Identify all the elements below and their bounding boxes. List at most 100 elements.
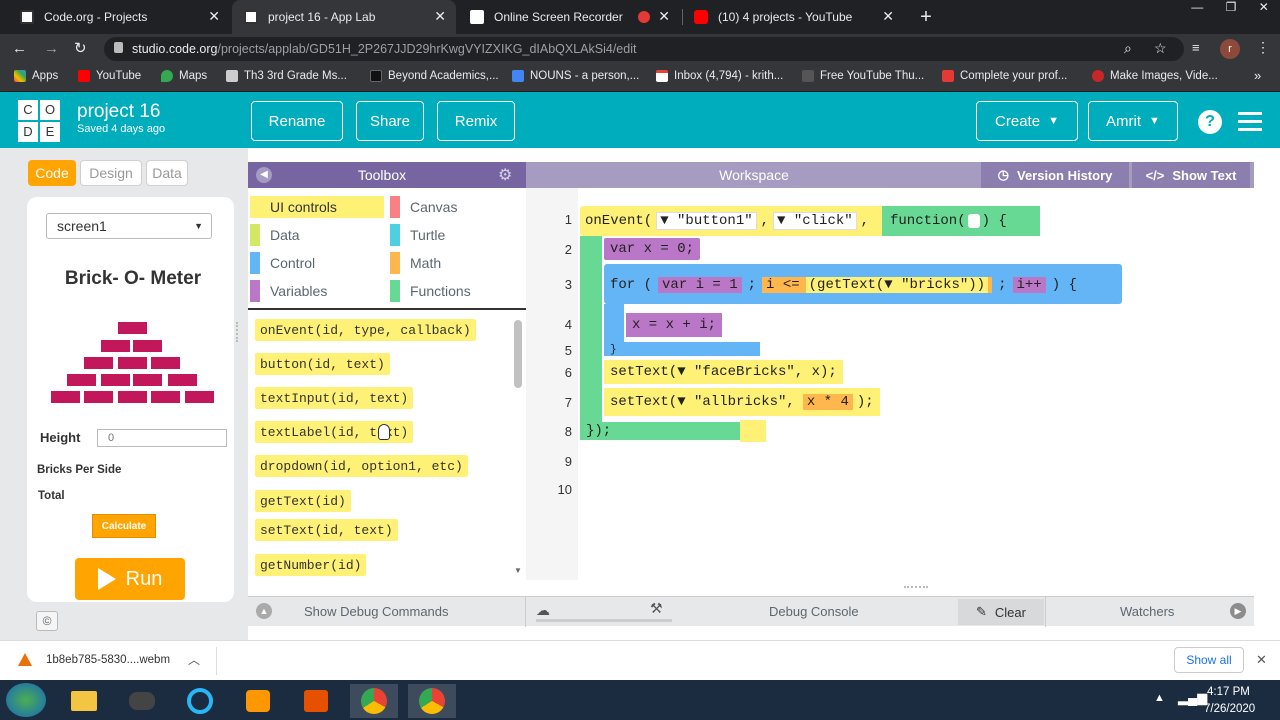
toolbox-scrollbar[interactable] <box>514 320 522 388</box>
clear-button[interactable]: ✎ Clear <box>958 599 1044 625</box>
workspace-resize-bar[interactable] <box>578 584 1254 592</box>
event-type-dropdown[interactable]: ▼ "click" <box>773 212 857 230</box>
user-menu-button[interactable]: Amrit ▼ <box>1088 101 1178 141</box>
gettext-block[interactable]: (getText(▼ "bricks")) <box>805 277 989 293</box>
code-function[interactable]: function( ) { <box>890 210 1007 232</box>
block-button[interactable]: button(id, text) <box>255 353 390 375</box>
multiply-block[interactable]: x * 4 <box>802 394 853 410</box>
loop-init[interactable]: var i = 1 <box>658 277 742 293</box>
file-explorer-icon[interactable] <box>60 684 108 718</box>
bookmark-beyond-academics[interactable]: Beyond Academics,... <box>370 70 499 82</box>
calculate-button[interactable]: Calculate <box>92 514 156 538</box>
code-settext-allbricks[interactable]: setText(▼ "allbricks", x * 4 ); <box>604 388 880 416</box>
share-button[interactable]: Share <box>356 101 424 141</box>
browser-menu-icon[interactable]: ⋮ <box>1256 39 1270 56</box>
category-math[interactable]: Math <box>390 252 441 274</box>
code-var-x[interactable]: var x = 0; <box>604 238 701 260</box>
zoom-icon[interactable]: ⌕ <box>1124 40 1132 57</box>
run-button[interactable]: Run <box>75 558 185 600</box>
tab-code-org-projects[interactable]: Code.org - Projects ✕ <box>8 0 230 34</box>
tab-close-icon[interactable]: ✕ <box>434 8 446 25</box>
scroll-down-icon[interactable]: ▼ <box>514 566 522 575</box>
block-textinput[interactable]: textInput(id, text) <box>255 387 414 409</box>
chevron-up-icon[interactable]: ︿ <box>188 651 200 668</box>
clock-time[interactable]: 4:17 PM <box>1207 686 1250 698</box>
screen-select[interactable]: screen1 ▼ <box>46 213 212 239</box>
tab-design[interactable]: Design <box>80 160 142 186</box>
version-history-button[interactable]: ◷ Version History <box>981 162 1129 188</box>
bookmark-nouns[interactable]: NOUNS - a person,... <box>512 70 639 82</box>
code-org-logo[interactable]: C O D E <box>18 100 60 142</box>
start-button-icon[interactable] <box>6 683 46 717</box>
bookmark-maps[interactable]: Maps <box>161 70 207 82</box>
block-dropdown[interactable]: dropdown(id, option1, etc) <box>255 455 468 477</box>
rabbit-speed-icon[interactable]: ⚒ <box>650 600 663 617</box>
window-close-icon[interactable]: ✕ <box>1259 0 1269 22</box>
code-for[interactable]: for ( var i = 1; i <= (getText(▼ "bricks"… <box>610 274 1077 296</box>
restore-icon[interactable]: ❐ <box>1226 0 1237 22</box>
category-data[interactable]: Data <box>250 224 300 246</box>
help-icon[interactable]: ? <box>1198 110 1222 134</box>
bookmark-make-images[interactable]: Make Images, Vide... <box>1092 70 1218 82</box>
hamburger-menu-icon[interactable] <box>1238 112 1262 132</box>
show-debug-commands[interactable]: Show Debug Commands <box>304 604 449 619</box>
bookmark-3rd-grade[interactable]: Th3 3rd Grade Ms... <box>226 70 347 82</box>
create-menu-button[interactable]: Create ▼ <box>976 101 1078 141</box>
show-text-button[interactable]: </> Show Text <box>1132 162 1250 188</box>
loop-condition[interactable]: i <= (getText(▼ "bricks")) <box>762 277 993 293</box>
chrome-icon[interactable] <box>408 684 456 718</box>
code-x-assign[interactable]: x = x + i; <box>626 313 723 337</box>
media-player-icon[interactable] <box>234 684 282 718</box>
block-onevent[interactable]: onEvent(id, type, callback) <box>255 319 476 341</box>
category-variables[interactable]: Variables <box>250 280 327 302</box>
speed-slider[interactable] <box>536 619 672 622</box>
resize-handle[interactable] <box>236 322 242 342</box>
category-turtle[interactable]: Turtle <box>390 224 445 246</box>
tray-arrow-icon[interactable]: ▲ <box>1154 692 1165 704</box>
param-slot[interactable] <box>967 214 980 228</box>
gear-icon[interactable]: ⚙ <box>498 165 512 185</box>
profile-avatar[interactable]: r <box>1220 39 1240 59</box>
internet-explorer-icon[interactable] <box>176 684 224 718</box>
tab-code[interactable]: Code <box>28 160 76 186</box>
tab-data[interactable]: Data <box>146 160 188 186</box>
rename-button[interactable]: Rename <box>251 101 343 141</box>
tab-close-icon[interactable]: ✕ <box>882 8 894 25</box>
toolbox-app-icon[interactable] <box>292 684 340 718</box>
code-settext-facebricks[interactable]: setText(▼ "faceBricks", x); <box>604 360 843 384</box>
more-bookmarks-icon[interactable]: » <box>1254 68 1261 83</box>
show-all-button[interactable]: Show all <box>1174 647 1244 673</box>
new-tab-button[interactable]: + <box>915 6 937 28</box>
network-icon[interactable]: ▂▄▆ <box>1178 690 1207 706</box>
tab-youtube[interactable]: (10) 4 projects - YouTube ✕ <box>682 0 904 34</box>
tab-close-icon[interactable]: ✕ <box>208 8 220 25</box>
download-filename[interactable]: 1b8eb785-5830....webm <box>46 654 170 666</box>
forward-arrow-icon[interactable]: → <box>44 40 59 57</box>
loop-increment[interactable]: i++ <box>1012 277 1046 293</box>
category-control[interactable]: Control <box>250 252 315 274</box>
block-getnumber[interactable]: getNumber(id) <box>255 554 367 576</box>
height-input[interactable] <box>97 429 227 447</box>
code-onevent[interactable]: onEvent( ▼ "button1", ▼ "click", <box>585 210 869 232</box>
block-gettext[interactable]: getText(id) <box>255 490 351 512</box>
event-id-dropdown[interactable]: ▼ "button1" <box>656 212 757 230</box>
close-downloads-icon[interactable]: ✕ <box>1256 652 1267 668</box>
game-controller-icon[interactable] <box>118 684 166 718</box>
remix-button[interactable]: Remix <box>437 101 515 141</box>
bookmark-star-icon[interactable]: ☆ <box>1154 40 1167 57</box>
block-settext[interactable]: setText(id, text) <box>255 519 398 541</box>
chrome-icon[interactable] <box>350 684 398 718</box>
expand-debug-icon[interactable]: ▲ <box>256 603 272 619</box>
bookmark-apps[interactable]: Apps <box>14 70 58 82</box>
bookmark-complete-profile[interactable]: Complete your prof... <box>942 70 1067 82</box>
clock-date[interactable]: 7/26/2020 <box>1204 703 1255 715</box>
expand-watchers-icon[interactable]: ▶ <box>1230 603 1246 619</box>
tab-screen-recorder[interactable]: Online Screen Recorder ✕ <box>458 0 680 34</box>
turtle-speed-icon[interactable]: ☁ <box>536 602 550 619</box>
category-ui-controls[interactable]: UI controls <box>250 196 384 218</box>
minimize-icon[interactable]: — <box>1191 0 1203 22</box>
tab-project-16[interactable]: project 16 - App Lab ✕ <box>232 0 456 34</box>
tab-close-icon[interactable]: ✕ <box>658 8 670 25</box>
copyright-icon[interactable]: © <box>36 611 58 631</box>
reload-icon[interactable]: ↻ <box>74 39 87 57</box>
